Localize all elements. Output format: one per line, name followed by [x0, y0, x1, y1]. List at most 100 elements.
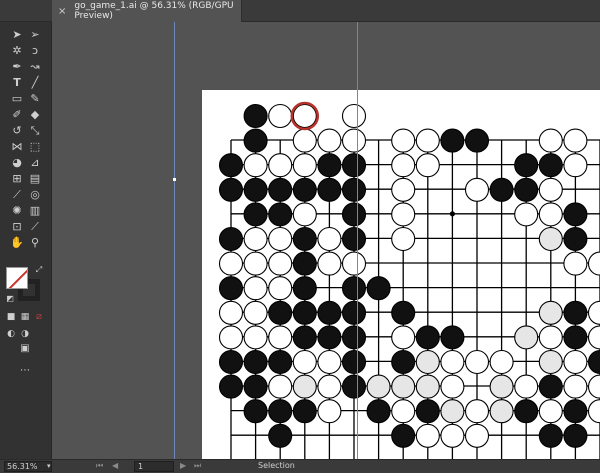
- black-stone[interactable]: [366, 276, 391, 301]
- perspective-grid-tool-icon[interactable]: ⊿: [28, 156, 42, 170]
- black-stone[interactable]: [292, 276, 317, 301]
- black-stone[interactable]: [415, 325, 440, 350]
- black-stone[interactable]: [341, 202, 367, 227]
- white-stone[interactable]: [391, 202, 416, 227]
- lasso-tool-icon[interactable]: ↄ: [28, 44, 42, 58]
- white-stone[interactable]: [489, 399, 514, 424]
- curvature-tool-icon[interactable]: ↝: [28, 60, 42, 74]
- symbol-sprayer-tool-icon[interactable]: ✺: [10, 204, 24, 218]
- white-stone[interactable]: [563, 153, 588, 178]
- black-stone[interactable]: [268, 423, 293, 448]
- pen-tool-icon[interactable]: ✒: [10, 60, 24, 74]
- scale-tool-icon[interactable]: ⤡: [28, 124, 42, 138]
- black-stone[interactable]: [218, 349, 244, 375]
- white-stone[interactable]: [292, 202, 317, 227]
- white-stone[interactable]: [587, 300, 600, 325]
- black-stone[interactable]: [440, 128, 465, 153]
- artboard-tool-icon[interactable]: ⊡: [10, 220, 24, 234]
- white-stone[interactable]: [292, 374, 317, 399]
- black-stone[interactable]: [341, 276, 367, 301]
- black-stone[interactable]: [243, 103, 268, 129]
- artboard-number-field[interactable]: 1: [134, 461, 174, 472]
- type-tool-icon[interactable]: T: [10, 76, 24, 90]
- white-stone[interactable]: [268, 276, 293, 301]
- white-stone[interactable]: [268, 325, 293, 350]
- black-stone[interactable]: [391, 349, 416, 375]
- white-stone[interactable]: [563, 128, 588, 153]
- mesh-tool-icon[interactable]: ⊞: [10, 172, 24, 186]
- black-stone[interactable]: [292, 325, 317, 350]
- shape-builder-tool-icon[interactable]: ◕: [10, 156, 24, 170]
- black-stone[interactable]: [268, 349, 293, 375]
- white-stone[interactable]: [391, 374, 416, 399]
- vertical-guide[interactable]: [357, 22, 358, 459]
- column-graph-tool-icon[interactable]: ▥: [28, 204, 42, 218]
- black-stone[interactable]: [341, 349, 367, 375]
- white-stone[interactable]: [514, 325, 539, 350]
- white-stone[interactable]: [243, 300, 268, 325]
- black-stone[interactable]: [292, 399, 317, 424]
- rectangle-tool-icon[interactable]: ▭: [10, 92, 24, 106]
- white-stone[interactable]: [391, 177, 416, 202]
- white-stone[interactable]: [538, 300, 563, 325]
- black-stone[interactable]: [538, 423, 563, 448]
- close-icon[interactable]: ×: [58, 6, 66, 17]
- white-stone[interactable]: [415, 349, 440, 375]
- white-stone[interactable]: [587, 399, 600, 424]
- white-stone[interactable]: [268, 153, 293, 178]
- fill-swatch[interactable]: [6, 267, 28, 289]
- white-stone[interactable]: [243, 226, 268, 252]
- black-stone[interactable]: [563, 423, 588, 448]
- slice-tool-icon[interactable]: ⟋: [28, 220, 42, 234]
- white-stone[interactable]: [563, 374, 588, 399]
- white-stone[interactable]: [440, 374, 465, 399]
- black-stone[interactable]: [415, 399, 440, 424]
- black-stone[interactable]: [317, 300, 342, 325]
- white-stone[interactable]: [268, 103, 293, 129]
- black-stone[interactable]: [563, 325, 588, 350]
- white-stone[interactable]: [538, 177, 563, 202]
- last-artboard-icon[interactable]: ⏭: [194, 461, 201, 471]
- black-stone[interactable]: [514, 153, 539, 178]
- line-tool-icon[interactable]: ╱: [28, 76, 42, 90]
- white-stone[interactable]: [268, 374, 293, 399]
- first-artboard-icon[interactable]: ⏮: [96, 461, 103, 471]
- white-stone[interactable]: [440, 423, 465, 448]
- white-stone[interactable]: [415, 423, 440, 448]
- black-stone[interactable]: [268, 202, 293, 227]
- white-stone[interactable]: [317, 128, 342, 153]
- magic-wand-tool-icon[interactable]: ✲: [10, 44, 24, 58]
- white-stone[interactable]: [243, 251, 268, 276]
- white-stone[interactable]: [464, 177, 490, 202]
- black-stone[interactable]: [268, 399, 293, 424]
- guide-handle[interactable]: [173, 178, 176, 181]
- direct-selection-tool-icon[interactable]: ➢: [28, 28, 42, 42]
- white-stone[interactable]: [292, 153, 317, 178]
- black-stone[interactable]: [218, 226, 244, 252]
- white-stone[interactable]: [391, 399, 416, 424]
- black-stone[interactable]: [440, 325, 465, 350]
- white-stone[interactable]: [538, 349, 563, 375]
- white-stone[interactable]: [415, 128, 440, 153]
- black-stone[interactable]: [538, 374, 563, 399]
- white-stone[interactable]: [489, 349, 514, 375]
- white-stone[interactable]: [514, 202, 539, 227]
- eyedropper-tool-icon[interactable]: ⟋: [10, 188, 24, 202]
- black-stone[interactable]: [268, 300, 293, 325]
- white-stone[interactable]: [341, 103, 367, 129]
- black-stone[interactable]: [243, 399, 268, 424]
- black-stone[interactable]: [391, 300, 416, 325]
- black-stone[interactable]: [292, 177, 317, 202]
- white-stone[interactable]: [391, 153, 416, 178]
- paintbrush-tool-icon[interactable]: ✎: [28, 92, 42, 106]
- swap-colors-icon[interactable]: ⤢: [32, 263, 46, 277]
- white-stone[interactable]: [464, 399, 490, 424]
- white-stone[interactable]: [268, 226, 293, 252]
- gradient-mode-icon[interactable]: ▦: [18, 310, 32, 324]
- color-mode-icon[interactable]: ■: [4, 310, 18, 324]
- shaper-tool-icon[interactable]: ✐: [10, 108, 24, 122]
- artboard[interactable]: [202, 90, 600, 459]
- selection-tool-icon[interactable]: ➤: [10, 28, 24, 42]
- draw-mode-icon[interactable]: ◐: [4, 327, 18, 341]
- canvas[interactable]: [52, 22, 600, 459]
